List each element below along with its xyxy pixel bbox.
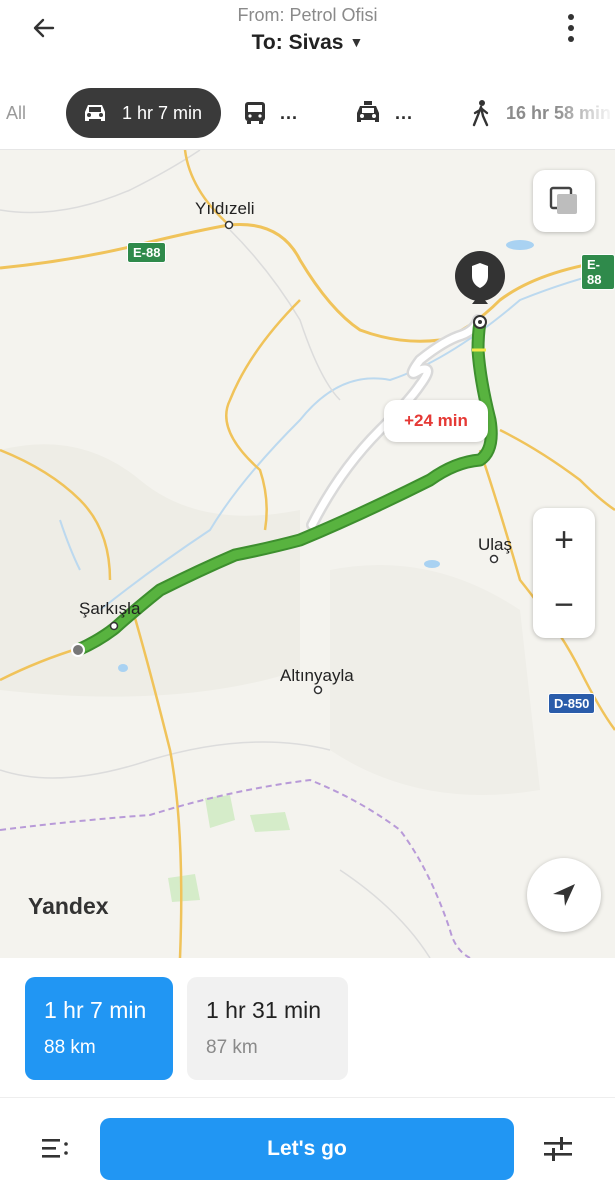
lets-go-button[interactable]: Let's go: [100, 1118, 514, 1180]
route-settings-button[interactable]: [540, 1134, 576, 1164]
map-view[interactable]: Yıldızeli Şarkışla Altınyayla Ulaş E-88 …: [0, 150, 615, 958]
tab-car[interactable]: 1 hr 7 min: [66, 88, 221, 138]
tab-all[interactable]: All: [6, 88, 26, 138]
layers-icon: [549, 186, 577, 214]
route-distance: 87 km: [206, 1037, 258, 1058]
tab-transit-label: ...: [280, 102, 299, 123]
route-card-2[interactable]: 1 hr 31 min 87 km: [187, 977, 348, 1080]
caret-down-icon: ▼: [349, 34, 364, 50]
tab-car-label: 1 hr 7 min: [122, 102, 203, 123]
sliders-icon: [544, 1137, 572, 1161]
tab-transit[interactable]: ...: [242, 88, 298, 138]
taxi-icon: [357, 101, 379, 122]
pedestrian-icon: [472, 100, 489, 127]
more-vertical-icon: [568, 14, 574, 42]
my-location-button[interactable]: [527, 858, 601, 932]
yandex-logo: Yandex: [28, 893, 109, 919]
zoom-out-button[interactable]: −: [533, 573, 595, 638]
from-location[interactable]: From: Petrol Ofisi: [0, 5, 615, 26]
navigation-arrow-icon: [553, 884, 575, 906]
car-icon: [85, 105, 105, 121]
place-label-altinyayla: Altınyayla: [280, 666, 354, 685]
more-menu-button[interactable]: [553, 10, 589, 46]
place-label-ulas: Ulaş: [478, 535, 513, 554]
bottom-action-bar: Let's go: [0, 1098, 615, 1200]
to-location[interactable]: To: Sivas ▼: [0, 31, 615, 55]
road-shield-e88: E-88: [127, 242, 167, 263]
place-label-sarkisla: Şarkışla: [79, 599, 141, 618]
route-card-1[interactable]: 1 hr 7 min 88 km: [25, 977, 173, 1080]
destination-label: To: Sivas: [251, 31, 344, 54]
tab-taxi-label: ...: [395, 102, 414, 123]
route-details-button[interactable]: [38, 1134, 74, 1164]
transport-mode-tabs: All 1 hr 7 min ... ... 16 hr: [0, 78, 615, 150]
bus-icon: [245, 102, 265, 124]
route-distance: 88 km: [44, 1037, 96, 1058]
top-bar: From: Petrol Ofisi To: Sivas ▼: [0, 0, 615, 78]
map-layers-button[interactable]: [533, 170, 595, 232]
alt-route-time-badge[interactable]: +24 min: [384, 400, 488, 442]
route-options: 1 hr 7 min 88 km 1 hr 31 min 87 km: [0, 958, 615, 1098]
tab-taxi[interactable]: ...: [353, 88, 413, 138]
zoom-in-button[interactable]: +: [533, 508, 595, 573]
route-time: 1 hr 31 min: [206, 997, 322, 1023]
zoom-controls: + −: [533, 508, 595, 638]
route-time: 1 hr 7 min: [44, 997, 147, 1023]
map-canvas: [0, 150, 615, 958]
list-icon: [42, 1139, 68, 1158]
tab-all-label: All: [6, 102, 27, 123]
road-shield-e88-east: E-88: [581, 254, 615, 290]
road-shield-d850: D-850: [548, 693, 596, 714]
tabs-fade: [555, 78, 615, 149]
place-label-yildizeli: Yıldızeli: [195, 199, 255, 218]
